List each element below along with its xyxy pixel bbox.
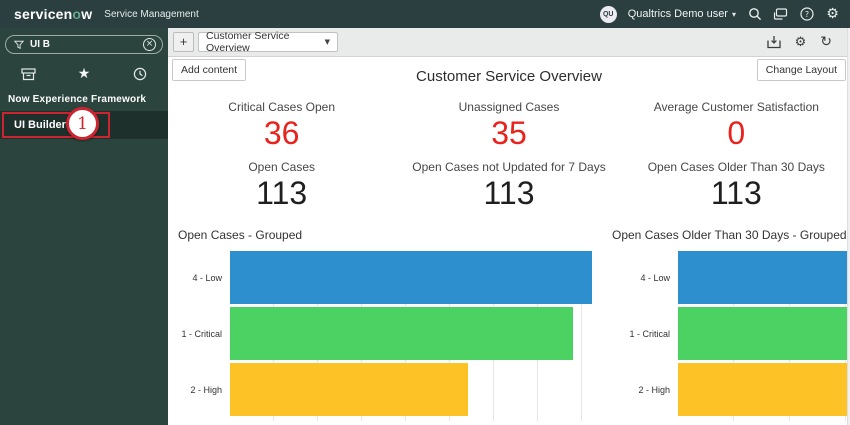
navigator-search-input[interactable] [30, 39, 137, 50]
logo-text: servicen [14, 6, 72, 22]
chart-open-cases-older-30-days-grouped: Open Cases Older Than 30 Days - Grouped … [612, 228, 850, 425]
dashboard-main: + Customer Service Overview ▼ ⚙ ↻ Add co… [168, 28, 850, 425]
bar-row: 2 - High [612, 363, 850, 416]
metric-value: 36 [168, 116, 395, 151]
chevron-down-icon: ▼ [325, 38, 330, 46]
bar-row: 1 - Critical [612, 307, 850, 360]
user-menu[interactable]: Qualtrics Demo user ▾ [628, 8, 736, 20]
navigator-section-label: Now Experience Framework [8, 94, 146, 105]
bar-track [678, 307, 850, 360]
metric-label: Open Cases [168, 160, 395, 174]
chart-plot: 4 - Low1 - Critical2 - High [612, 251, 850, 421]
bar[interactable] [678, 307, 850, 360]
bar-track [230, 307, 600, 360]
bar-row: 1 - Critical [178, 307, 600, 360]
help-icon[interactable]: ? [799, 7, 814, 22]
user-avatar[interactable]: QU [600, 6, 617, 23]
metric-label: Unassigned Cases [395, 100, 622, 114]
servicenow-window: servicenow Service Management QU Qualtri… [0, 0, 850, 425]
metric-value: 113 [395, 176, 622, 211]
bar-category-label: 4 - Low [178, 251, 230, 304]
chart-open-cases-grouped: Open Cases - Grouped 4 - Low1 - Critical… [178, 228, 600, 425]
gear-icon[interactable]: ⚙ [825, 7, 840, 22]
bar-track [230, 251, 600, 304]
metric-value: 0 [623, 116, 850, 151]
clear-search-icon[interactable]: × [143, 38, 156, 51]
metric-critical-cases-open[interactable]: Critical Cases Open 36 [168, 100, 395, 151]
tab-all-applications[interactable] [0, 68, 56, 81]
refresh-icon[interactable]: ↻ [820, 35, 832, 49]
tab-strip-actions: ⚙ ↻ [767, 35, 842, 49]
star-icon: ★ [78, 67, 91, 81]
bar[interactable] [678, 363, 850, 416]
metric-average-customer-satisfaction[interactable]: Average Customer Satisfaction 0 [623, 100, 850, 151]
metric-value: 113 [168, 176, 395, 211]
chevron-down-icon: ▾ [732, 10, 736, 19]
top-header: servicenow Service Management QU Qualtri… [0, 0, 850, 28]
bar-row: 4 - Low [612, 251, 850, 304]
dashboard-tab-strip: + Customer Service Overview ▼ ⚙ ↻ [168, 28, 850, 57]
filter-navigator-sidebar: × ★ Now Experience Framework UI Builder … [0, 28, 168, 425]
bar-category-label: 4 - Low [612, 251, 678, 304]
clock-icon [133, 67, 147, 81]
annotation-step-badge: 1 [66, 107, 99, 140]
bar-track [678, 363, 850, 416]
bar-category-label: 1 - Critical [612, 307, 678, 360]
metric-open-cases[interactable]: Open Cases 113 [168, 160, 395, 211]
bar-category-label: 2 - High [178, 363, 230, 416]
metric-open-cases-older-30-days[interactable]: Open Cases Older Than 30 Days 113 [623, 160, 850, 211]
logo-o-mark: o [72, 6, 81, 22]
tab-favorites[interactable]: ★ [56, 67, 112, 81]
navigator-tabs: ★ [0, 61, 168, 87]
header-actions: QU Qualtrics Demo user ▾ ? ⚙ [600, 6, 840, 23]
archive-box-icon [21, 68, 36, 81]
product-title: Service Management [104, 9, 199, 20]
bar[interactable] [230, 251, 592, 304]
chart-plot: 4 - Low1 - Critical2 - High [178, 251, 600, 421]
chart-title: Open Cases - Grouped [178, 228, 600, 242]
bar-category-label: 2 - High [612, 363, 678, 416]
dashboard-selector[interactable]: Customer Service Overview ▼ [198, 32, 338, 52]
bar[interactable] [230, 363, 468, 416]
user-name: Qualtrics Demo user [628, 8, 728, 20]
metric-value: 113 [623, 176, 850, 211]
chart-title: Open Cases Older Than 30 Days - Grouped [612, 228, 850, 242]
filter-funnel-icon [14, 40, 24, 50]
tab-history[interactable] [112, 67, 168, 81]
dashboard-settings-icon[interactable]: ⚙ [795, 36, 807, 49]
metric-open-cases-not-updated-7-days[interactable]: Open Cases not Updated for 7 Days 113 [395, 160, 622, 211]
chat-icon[interactable] [773, 7, 788, 22]
metrics-grid: Critical Cases Open 36 Unassigned Cases … [168, 100, 850, 211]
bar-track [678, 251, 850, 304]
navigator-search: × [5, 35, 163, 54]
add-tab-button[interactable]: + [173, 32, 194, 52]
metric-label: Average Customer Satisfaction [623, 100, 850, 114]
logo-text: w [81, 6, 92, 22]
bar[interactable] [678, 251, 850, 304]
dashboard-selector-value: Customer Service Overview [206, 30, 325, 54]
save-dashboard-icon[interactable] [767, 35, 781, 49]
metric-label: Critical Cases Open [168, 100, 395, 114]
dashboard-title: Customer Service Overview [168, 68, 850, 85]
bar-category-label: 1 - Critical [178, 307, 230, 360]
metric-value: 35 [395, 116, 622, 151]
metric-label: Open Cases Older Than 30 Days [623, 160, 850, 174]
search-icon[interactable] [747, 7, 762, 22]
servicenow-logo[interactable]: servicenow [14, 6, 92, 22]
metric-unassigned-cases[interactable]: Unassigned Cases 35 [395, 100, 622, 151]
bar-row: 2 - High [178, 363, 600, 416]
bar-track [230, 363, 600, 416]
metric-label: Open Cases not Updated for 7 Days [395, 160, 622, 174]
svg-text:?: ? [804, 10, 808, 19]
bar[interactable] [230, 307, 573, 360]
bar-row: 4 - Low [178, 251, 600, 304]
